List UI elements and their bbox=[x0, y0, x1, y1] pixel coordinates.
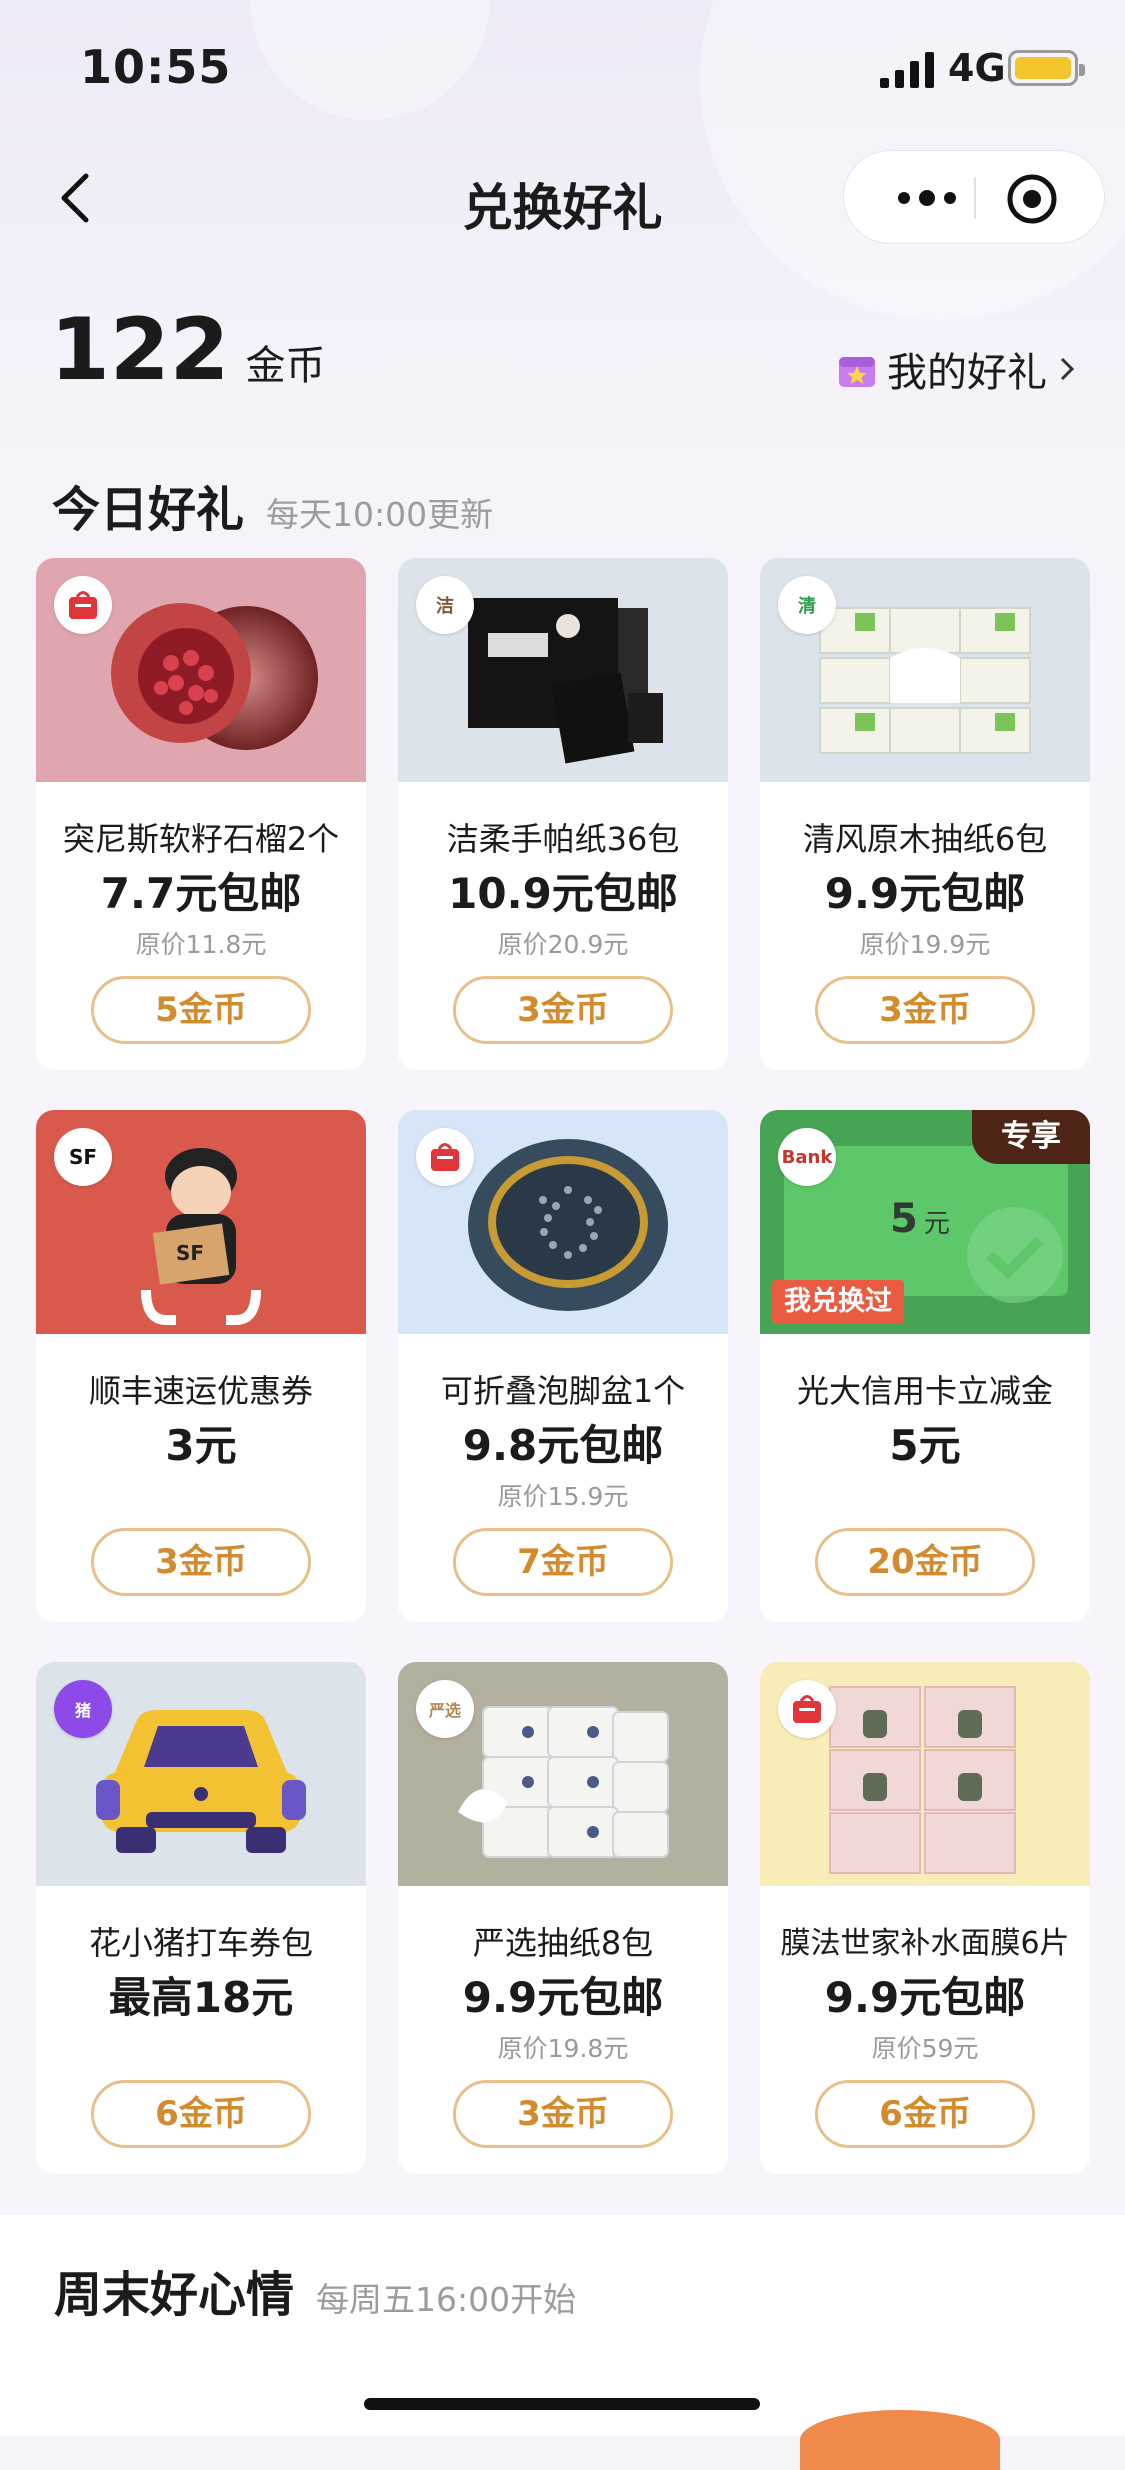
voucher-amount: 5 bbox=[890, 1196, 918, 1242]
close-miniapp-icon[interactable] bbox=[1004, 171, 1060, 227]
product-image-bank-voucher: 5元 Bank 专享 我兑换过 bbox=[760, 1110, 1090, 1334]
my-gifts-label: 我的好礼 bbox=[887, 350, 1047, 396]
gift-name: 顺丰速运优惠券 bbox=[88, 1372, 313, 1410]
gift-name: 光大信用卡立减金 bbox=[796, 1372, 1053, 1410]
exchanged-tag: 我兑换过 bbox=[772, 1280, 904, 1324]
store-logo-badge bbox=[54, 576, 112, 634]
gift-card[interactable]: 洁 洁柔手帕纸36包 10.9元包邮 原价20.9元 3金币 bbox=[398, 558, 728, 1070]
gift-original-price: 原价15.9元 bbox=[497, 1482, 629, 1511]
svg-text:SF: SF bbox=[176, 1241, 204, 1265]
redeem-button[interactable]: 3金币 bbox=[453, 2080, 673, 2148]
weekend-preview-image bbox=[800, 2410, 1000, 2470]
section-title-today: 今日好礼 每天10:00更新 bbox=[52, 470, 493, 540]
store-logo-badge bbox=[416, 1128, 474, 1186]
gift-original-price: 原价11.8元 bbox=[135, 930, 267, 959]
gift-price: 5元 bbox=[889, 1421, 961, 1470]
product-image-tissue-boxes: 清 bbox=[760, 558, 1090, 782]
redeem-button[interactable]: 20金币 bbox=[815, 1528, 1035, 1596]
gift-name: 洁柔手帕纸36包 bbox=[446, 820, 680, 858]
product-image-face-mask bbox=[760, 1662, 1090, 1886]
section-subtitle-weekend: 每周五16:00开始 bbox=[316, 2280, 577, 2319]
redeem-button[interactable]: 3金币 bbox=[453, 976, 673, 1044]
voucher-value: 5元 bbox=[890, 1196, 950, 1242]
gift-original-price: 原价59元 bbox=[871, 2034, 979, 2063]
gift-name: 突尼斯软籽石榴2个 bbox=[62, 820, 340, 858]
exclusive-ribbon: 专享 bbox=[972, 1110, 1090, 1164]
product-image-car: 猪 bbox=[36, 1662, 366, 1886]
my-gifts-link[interactable]: 我的好礼 bbox=[837, 340, 1077, 398]
product-image-tissue: 洁 bbox=[398, 558, 728, 782]
check-watermark-icon bbox=[967, 1207, 1063, 1303]
status-time: 10:55 bbox=[80, 40, 232, 94]
gift-card[interactable]: 严选 严选抽纸8包 9.9元包邮 原价19.8元 3金币 bbox=[398, 1662, 728, 2174]
gift-card[interactable]: 5元 Bank 专享 我兑换过 光大信用卡立减金 5元 20金币 bbox=[760, 1110, 1090, 1622]
battery-icon bbox=[1008, 50, 1085, 86]
product-image-tissue-pack: 严选 bbox=[398, 1662, 728, 1886]
product-image-pomegranate bbox=[36, 558, 366, 782]
gift-price: 10.9元包邮 bbox=[448, 869, 678, 918]
miniapp-capsule bbox=[843, 150, 1105, 244]
redeem-button[interactable]: 6金币 bbox=[815, 2080, 1035, 2148]
gift-card[interactable]: 突尼斯软籽石榴2个 7.7元包邮 原价11.8元 5金币 bbox=[36, 558, 366, 1070]
redeem-button[interactable]: 7金币 bbox=[453, 1528, 673, 1596]
redeem-button[interactable]: 5金币 bbox=[91, 976, 311, 1044]
store-logo-badge: 严选 bbox=[416, 1680, 474, 1738]
section-title-today-label: 今日好礼 bbox=[52, 482, 245, 538]
coin-balance: 122 金币 bbox=[50, 300, 326, 400]
brand-logo-badge: 清 bbox=[778, 576, 836, 634]
coin-unit: 金币 bbox=[245, 343, 326, 389]
redeem-button[interactable]: 6金币 bbox=[91, 2080, 311, 2148]
gift-card[interactable]: 可折叠泡脚盆1个 9.8元包邮 原价15.9元 7金币 bbox=[398, 1110, 728, 1622]
gift-name: 花小猪打车券包 bbox=[88, 1924, 313, 1962]
more-icon[interactable] bbox=[882, 173, 972, 223]
redeem-button[interactable]: 3金币 bbox=[815, 976, 1035, 1044]
section-title-weekend: 周末好心情 每周五16:00开始 bbox=[54, 2255, 576, 2325]
coin-amount: 122 bbox=[50, 300, 230, 400]
gift-name: 膜法世家补水面膜6片 bbox=[780, 1926, 1070, 1961]
voucher-unit: 元 bbox=[923, 1209, 950, 1239]
gift-price: 9.9元包邮 bbox=[824, 1973, 1026, 2022]
product-image-sf-courier: SF SF bbox=[36, 1110, 366, 1334]
brand-logo-badge: 洁 bbox=[416, 576, 474, 634]
chevron-right-icon bbox=[1060, 357, 1075, 381]
gift-price: 3元 bbox=[165, 1421, 237, 1470]
gift-card[interactable]: 猪 花小猪打车券包 最高18元 6金币 bbox=[36, 1662, 366, 2174]
section-title-weekend-label: 周末好心情 bbox=[54, 2267, 295, 2323]
bank-logo-badge: Bank bbox=[778, 1128, 836, 1186]
gift-price: 9.9元包邮 bbox=[824, 869, 1026, 918]
sf-logo-badge: SF bbox=[54, 1128, 112, 1186]
gift-price: 9.8元包邮 bbox=[462, 1421, 664, 1470]
nav-bar: 兑换好礼 bbox=[0, 150, 1125, 250]
status-bar: 10:55 4G bbox=[0, 0, 1125, 140]
gift-card[interactable]: 清 清风原木抽纸6包 9.9元包邮 原价19.9元 3金币 bbox=[760, 558, 1090, 1070]
home-indicator bbox=[364, 2398, 760, 2410]
section-subtitle-today: 每天10:00更新 bbox=[266, 495, 494, 534]
redeem-button[interactable]: 3金币 bbox=[91, 1528, 311, 1596]
app-logo-badge: 猪 bbox=[54, 1680, 112, 1738]
gift-price: 最高18元 bbox=[108, 1973, 294, 2022]
signal-icon bbox=[880, 52, 934, 88]
capsule-divider bbox=[974, 177, 976, 219]
network-type: 4G bbox=[948, 46, 1006, 90]
gift-card[interactable]: SF SF 顺丰速运优惠券 3元 3金币 bbox=[36, 1110, 366, 1622]
gift-price: 7.7元包邮 bbox=[100, 869, 302, 918]
gift-name: 严选抽纸8包 bbox=[472, 1924, 654, 1962]
gift-name: 清风原木抽纸6包 bbox=[802, 820, 1048, 858]
gift-original-price: 原价20.9元 bbox=[497, 930, 629, 959]
gift-original-price: 原价19.9元 bbox=[859, 930, 991, 959]
gift-original-price: 原价19.8元 bbox=[497, 2034, 629, 2063]
gift-name: 可折叠泡脚盆1个 bbox=[440, 1372, 686, 1410]
gift-card[interactable]: 膜法世家补水面膜6片 9.9元包邮 原价59元 6金币 bbox=[760, 1662, 1090, 2174]
product-image-foot-basin bbox=[398, 1110, 728, 1334]
store-logo-badge bbox=[778, 1680, 836, 1738]
gift-price: 9.9元包邮 bbox=[462, 1973, 664, 2022]
gift-icon bbox=[839, 357, 875, 387]
